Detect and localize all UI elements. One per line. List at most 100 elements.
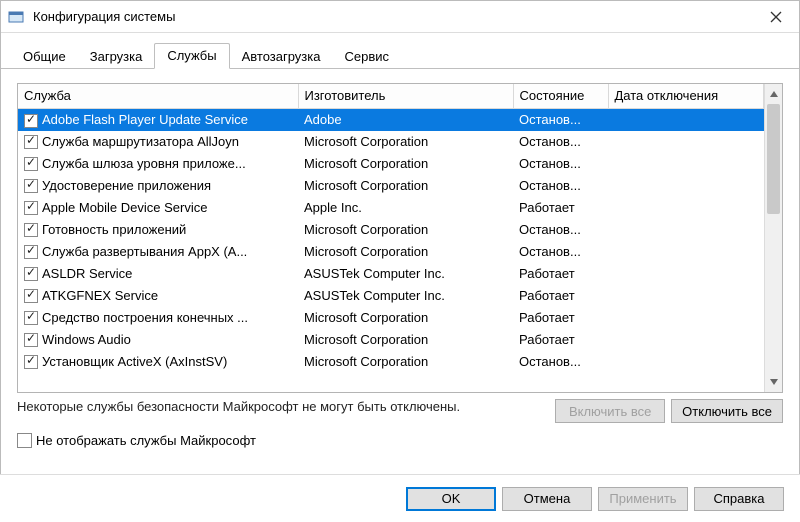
service-date-disabled	[608, 153, 764, 175]
service-status: Останов...	[513, 219, 608, 241]
window-title: Конфигурация системы	[33, 9, 175, 24]
disable-all-button[interactable]: Отключить все	[671, 399, 783, 423]
service-manufacturer: Microsoft Corporation	[298, 241, 513, 263]
tab-bar: Общие Загрузка Службы Автозагрузка Серви…	[1, 33, 799, 69]
service-status: Останов...	[513, 109, 608, 131]
tab-boot[interactable]: Загрузка	[78, 45, 155, 69]
cancel-button[interactable]: Отмена	[502, 487, 592, 511]
service-name: Apple Mobile Device Service	[42, 200, 207, 215]
tab-tools[interactable]: Сервис	[332, 45, 401, 69]
scroll-down-icon[interactable]	[765, 372, 782, 392]
service-checkbox[interactable]	[24, 201, 38, 215]
service-name: Windows Audio	[42, 332, 131, 347]
services-table: Служба Изготовитель Состояние Дата отклю…	[18, 84, 764, 373]
service-checkbox[interactable]	[24, 267, 38, 281]
service-name: Служба маршрутизатора AllJoyn	[42, 134, 239, 149]
service-manufacturer: Microsoft Corporation	[298, 219, 513, 241]
table-row[interactable]: Удостоверение приложения Microsoft Corpor…	[18, 175, 764, 197]
apply-button[interactable]: Применить	[598, 487, 688, 511]
service-checkbox[interactable]	[24, 179, 38, 193]
service-name: Готовность приложений	[42, 222, 186, 237]
table-row[interactable]: Готовность приложений Microsoft Corporati…	[18, 219, 764, 241]
service-date-disabled	[608, 175, 764, 197]
table-row[interactable]: Средство построения конечных ... Microsof…	[18, 307, 764, 329]
service-status: Работает	[513, 307, 608, 329]
scroll-up-icon[interactable]	[765, 84, 782, 104]
service-date-disabled	[608, 285, 764, 307]
enable-all-button[interactable]: Включить все	[555, 399, 665, 423]
service-checkbox[interactable]	[24, 223, 38, 237]
col-status[interactable]: Состояние	[513, 84, 608, 109]
col-service[interactable]: Служба	[18, 84, 298, 109]
service-checkbox[interactable]	[24, 245, 38, 259]
app-icon	[7, 8, 25, 26]
tab-services[interactable]: Службы	[154, 43, 229, 69]
col-manufacturer[interactable]: Изготовитель	[298, 84, 513, 109]
service-manufacturer: Apple Inc.	[298, 197, 513, 219]
service-status: Останов...	[513, 241, 608, 263]
table-row[interactable]: Служба развертывания AppX (A... Microsoft…	[18, 241, 764, 263]
service-date-disabled	[608, 351, 764, 373]
service-checkbox[interactable]	[24, 289, 38, 303]
ok-button[interactable]: OK	[406, 487, 496, 511]
tab-startup[interactable]: Автозагрузка	[230, 45, 333, 69]
service-status: Останов...	[513, 131, 608, 153]
service-date-disabled	[608, 263, 764, 285]
service-manufacturer: ASUSTek Computer Inc.	[298, 285, 513, 307]
col-date-disabled[interactable]: Дата отключения	[608, 84, 764, 109]
table-row[interactable]: Служба шлюза уровня приложе... Microsoft …	[18, 153, 764, 175]
table-row[interactable]: ATKGFNEX Service ASUSTek Computer Inc.Раб…	[18, 285, 764, 307]
service-date-disabled	[608, 307, 764, 329]
service-name: Adobe Flash Player Update Service	[42, 112, 248, 127]
service-status: Работает	[513, 329, 608, 351]
close-button[interactable]	[753, 1, 799, 33]
service-manufacturer: Microsoft Corporation	[298, 131, 513, 153]
service-name: ASLDR Service	[42, 266, 132, 281]
titlebar: Конфигурация системы	[1, 1, 799, 33]
table-row[interactable]: Установщик ActiveX (AxInstSV)Microsoft C…	[18, 351, 764, 373]
service-name: Установщик ActiveX (AxInstSV)	[42, 354, 227, 369]
help-button[interactable]: Справка	[694, 487, 784, 511]
service-status: Останов...	[513, 175, 608, 197]
service-status: Работает	[513, 263, 608, 285]
service-date-disabled	[608, 241, 764, 263]
service-date-disabled	[608, 219, 764, 241]
service-manufacturer: Microsoft Corporation	[298, 153, 513, 175]
service-status: Работает	[513, 285, 608, 307]
scrollbar-thumb[interactable]	[767, 104, 780, 214]
service-checkbox[interactable]	[24, 135, 38, 149]
service-date-disabled	[608, 109, 764, 131]
service-status: Останов...	[513, 153, 608, 175]
table-row[interactable]: Служба маршрутизатора AllJoyn Microsoft C…	[18, 131, 764, 153]
dialog-footer: OK Отмена Применить Справка	[0, 474, 800, 522]
service-name: Средство построения конечных ...	[42, 310, 248, 325]
scrollbar-vertical[interactable]	[764, 84, 782, 392]
table-row[interactable]: Windows Audio Microsoft CorporationРабота…	[18, 329, 764, 351]
service-date-disabled	[608, 329, 764, 351]
service-manufacturer: Adobe	[298, 109, 513, 131]
service-name: Служба шлюза уровня приложе...	[42, 156, 246, 171]
services-table-container: Служба Изготовитель Состояние Дата отклю…	[17, 83, 783, 393]
security-note: Некоторые службы безопасности Майкрософт…	[17, 399, 555, 415]
service-checkbox[interactable]	[24, 157, 38, 171]
service-name: ATKGFNEX Service	[42, 288, 158, 303]
hide-ms-checkbox[interactable]	[17, 433, 32, 448]
table-row[interactable]: Adobe Flash Player Update Service AdobeОс…	[18, 109, 764, 131]
service-checkbox[interactable]	[24, 333, 38, 347]
service-checkbox[interactable]	[24, 355, 38, 369]
service-status: Останов...	[513, 351, 608, 373]
tab-general[interactable]: Общие	[11, 45, 78, 69]
service-manufacturer: Microsoft Corporation	[298, 175, 513, 197]
table-row[interactable]: Apple Mobile Device Service Apple Inc.Раб…	[18, 197, 764, 219]
service-status: Работает	[513, 197, 608, 219]
table-row[interactable]: ASLDR Service ASUSTek Computer Inc.Работа…	[18, 263, 764, 285]
service-manufacturer: ASUSTek Computer Inc.	[298, 263, 513, 285]
service-name: Удостоверение приложения	[42, 178, 211, 193]
service-checkbox[interactable]	[24, 311, 38, 325]
service-checkbox[interactable]	[24, 114, 38, 128]
service-date-disabled	[608, 131, 764, 153]
service-manufacturer: Microsoft Corporation	[298, 307, 513, 329]
service-date-disabled	[608, 197, 764, 219]
service-name: Служба развертывания AppX (A...	[42, 244, 247, 259]
service-manufacturer: Microsoft Corporation	[298, 329, 513, 351]
